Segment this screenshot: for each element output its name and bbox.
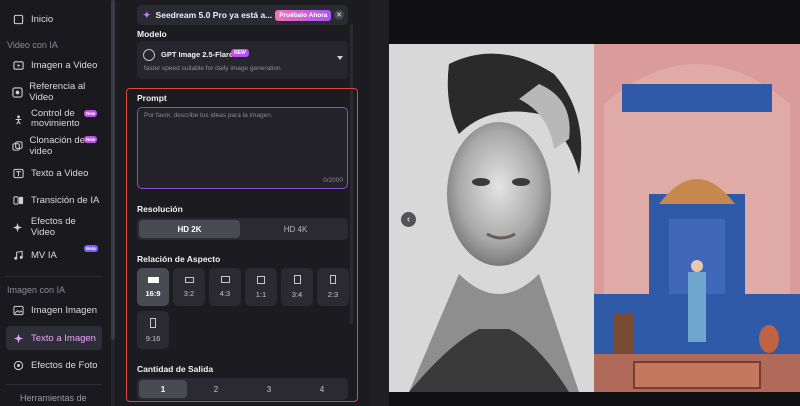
sidebar-item-label: Efectos de Foto xyxy=(31,359,98,371)
effects-icon xyxy=(11,220,25,234)
section-heading-tools: Herramientas de xyxy=(20,393,87,403)
ratio-shape-icon xyxy=(257,275,265,284)
prompt-label: Prompt xyxy=(137,93,167,103)
sidebar-item-label: Texto a Video xyxy=(31,167,89,179)
sidebar-divider xyxy=(6,384,102,385)
ratio-shape-icon xyxy=(147,276,159,283)
close-icon[interactable]: ✕ xyxy=(334,10,344,20)
text-image-icon xyxy=(11,331,25,345)
music-video-icon xyxy=(11,248,25,262)
sidebar-divider xyxy=(6,276,102,277)
photo-effects-icon xyxy=(11,358,25,372)
aspect-option-9-16[interactable]: 9:16 xyxy=(137,311,169,349)
image-image-icon xyxy=(11,303,25,317)
aspect-option-3-4[interactable]: 3:4 xyxy=(281,268,313,306)
model-select[interactable]: GPT Image 2.5-Flare NEW faster speed sui… xyxy=(137,41,348,79)
section-heading-video: Video con IA xyxy=(7,40,58,50)
character-counter: 0/2000 xyxy=(323,177,343,184)
sidebar-item-ai-transition[interactable]: Transición de IA xyxy=(6,188,102,212)
aspect-option-4-3[interactable]: 4:3 xyxy=(209,268,241,306)
aspect-ratio-label: Relación de Aspecto xyxy=(137,254,221,264)
text-video-icon xyxy=(11,166,25,180)
reference-icon xyxy=(11,85,23,99)
transition-icon xyxy=(11,193,25,207)
aspect-option-label: 3:2 xyxy=(183,288,195,298)
aspect-option-label: 16:9 xyxy=(145,288,161,298)
output-quantity-label: Cantidad de Salida xyxy=(137,364,214,374)
sidebar-item-video-effects[interactable]: Efectos de Video xyxy=(6,215,102,239)
sidebar-item-text-to-video[interactable]: Texto a Video xyxy=(6,161,102,185)
model-description: faster speed suitable for daily image ge… xyxy=(144,65,281,72)
model-name: GPT Image 2.5-Flare xyxy=(161,50,234,59)
new-badge: New xyxy=(84,110,98,117)
aspect-option-3-2[interactable]: 3:2 xyxy=(173,268,205,306)
preview-frame-top xyxy=(389,0,800,44)
sidebar-item-label: Transición de IA xyxy=(31,194,100,206)
resolution-option-4k[interactable]: HD 4K xyxy=(245,220,346,238)
promo-banner[interactable]: ✦ Seedream 5.0 Pro ya está a... Pruébalo… xyxy=(137,5,348,25)
ratio-shape-icon xyxy=(184,276,194,283)
sidebar-item-label: Imagen a Video xyxy=(31,59,98,71)
sidebar-item-label: Imagen Imagen xyxy=(31,304,98,316)
sidebar-item-reference-video[interactable]: Referencia al Video xyxy=(6,80,102,104)
ratio-shape-icon xyxy=(220,276,230,283)
quantity-option-1[interactable]: 1 xyxy=(139,380,187,398)
aspect-option-label: 4:3 xyxy=(219,289,231,298)
chevron-down-icon xyxy=(337,56,343,60)
ratio-shape-icon xyxy=(330,275,336,284)
chevron-left-icon[interactable]: ‹ xyxy=(401,212,416,227)
sidebar-item-photo-effects[interactable]: Efectos de Foto xyxy=(6,353,102,377)
quantity-option-3[interactable]: 3 xyxy=(245,380,293,398)
sidebar-item-home[interactable]: Inicio xyxy=(6,7,102,31)
sidebar-item-image-to-image[interactable]: Imagen Imagen xyxy=(6,298,102,322)
try-now-button[interactable]: Pruébalo Ahora xyxy=(275,9,332,21)
resolution-label: Resolución xyxy=(137,204,183,214)
sidebar-item-label: Referencia al Video xyxy=(29,81,86,103)
sidebar-item-label: MV IA xyxy=(31,249,57,261)
aspect-option-label: 1:1 xyxy=(255,289,267,299)
model-label: Modelo xyxy=(137,29,167,39)
ratio-shape-icon xyxy=(150,317,156,328)
quantity-option-4[interactable]: 4 xyxy=(298,380,346,398)
beta-badge: Beta xyxy=(84,245,98,252)
prompt-field[interactable]: 0/2000 xyxy=(137,107,348,189)
ratio-shape-icon xyxy=(293,275,301,284)
resolution-option-2k[interactable]: HD 2K xyxy=(139,220,240,238)
example-image-portrait xyxy=(389,44,594,392)
sidebar-item-label: Texto a Imagen xyxy=(31,332,96,344)
promo-text: Seedream 5.0 Pro ya está a... xyxy=(155,10,273,20)
clone-icon xyxy=(11,139,24,153)
new-badge: New xyxy=(84,136,98,143)
sidebar-item-image-to-video[interactable]: Imagen a Video xyxy=(6,53,102,77)
aspect-option-1-1[interactable]: 1:1 xyxy=(245,268,277,306)
sidebar-item-label: Control de movimiento xyxy=(31,108,80,129)
preview-frame-bottom xyxy=(389,392,800,406)
aspect-option-label: 2:3 xyxy=(327,290,339,299)
prompt-input[interactable] xyxy=(138,108,347,188)
quantity-toggle: 1 2 3 4 xyxy=(137,378,348,400)
aspect-option-2-3[interactable]: 2:3 xyxy=(317,268,349,306)
quantity-option-2[interactable]: 2 xyxy=(192,380,240,398)
sidebar-item-label: Efectos de Video xyxy=(30,216,76,238)
sidebar-item-label: Inicio xyxy=(31,13,54,25)
new-badge: NEW xyxy=(231,49,249,57)
example-image-hotel-lobby xyxy=(594,44,800,392)
resolution-toggle: HD 2K HD 4K xyxy=(137,218,348,240)
aspect-option-16-9[interactable]: 16:9 xyxy=(137,268,169,306)
section-heading-image: Imagen con IA xyxy=(7,285,66,295)
home-icon xyxy=(11,12,25,26)
aspect-option-label: 9:16 xyxy=(145,333,161,343)
image-video-icon xyxy=(11,58,25,72)
openai-logo-icon xyxy=(143,49,155,61)
aspect-option-label: 3:4 xyxy=(291,290,303,299)
motion-icon xyxy=(11,112,25,126)
sparkle-icon: ✦ xyxy=(143,9,151,20)
sidebar-item-text-to-image[interactable]: Texto a Imagen xyxy=(6,326,102,350)
